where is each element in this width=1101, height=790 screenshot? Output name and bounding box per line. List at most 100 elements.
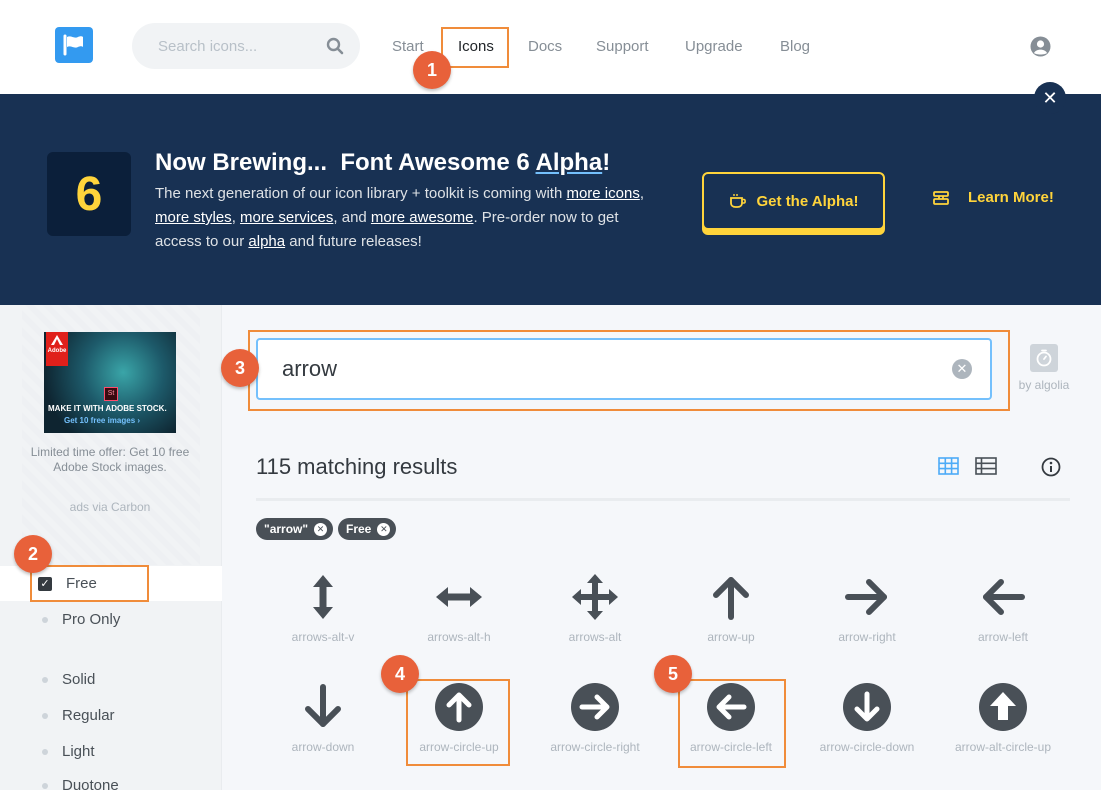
banner-description: The next generation of our icon library … <box>155 182 655 254</box>
more-styles-link[interactable]: more styles <box>155 209 232 226</box>
adobe-stock-ad-image[interactable]: Adobe St MAKE IT WITH ADOBE STOCK. Get 1… <box>44 332 176 433</box>
filter-solid[interactable]: Solid <box>42 671 95 688</box>
icon-result-arrow-circle-right[interactable]: arrow-circle-right <box>527 682 663 754</box>
results-count: 115 matching results <box>256 454 458 479</box>
font-awesome-logo[interactable] <box>55 27 93 63</box>
annotation-badge-5: 5 <box>654 655 692 693</box>
grid-view-icon[interactable] <box>938 457 959 475</box>
ad-headline: MAKE IT WITH ADOBE STOCK. <box>48 404 167 413</box>
nav-support[interactable]: Support <box>596 38 649 55</box>
banner-title-suffix: ! <box>602 149 611 176</box>
adobe-brand-text: Adobe <box>47 348 67 354</box>
icon-label: arrows-alt-v <box>291 630 355 644</box>
filter-label: Solid <box>62 671 96 688</box>
user-account-icon[interactable] <box>1030 36 1051 57</box>
filter-pro-only[interactable]: Pro Only <box>42 611 120 628</box>
icon-result-arrows-alt-v[interactable]: arrows-alt-v <box>255 572 391 644</box>
get-alpha-label: Get the Alpha! <box>756 192 859 210</box>
arrow-left-icon <box>983 579 1025 615</box>
icon-result-arrows-alt[interactable]: arrows-alt <box>527 572 663 644</box>
nav-blog[interactable]: Blog <box>780 38 810 55</box>
annotation-badge-3: 3 <box>221 349 259 387</box>
get-alpha-button[interactable]: Get the Alpha! <box>702 172 885 230</box>
remove-tag-icon[interactable]: ✕ <box>314 522 328 536</box>
nav-docs[interactable]: Docs <box>528 38 562 55</box>
icon-result-arrow-left[interactable]: arrow-left <box>935 572 1071 644</box>
ad-cta[interactable]: Get 10 free images › <box>64 416 140 425</box>
icon-label: arrow-circle-down <box>819 740 915 754</box>
filter-light[interactable]: Light <box>42 743 95 760</box>
icon-label: arrow-down <box>291 740 355 754</box>
annotation-badge-1: 1 <box>413 51 451 89</box>
ads-via-carbon[interactable]: ads via Carbon <box>30 500 190 514</box>
learn-more-button[interactable]: Learn More! <box>932 189 1054 206</box>
alpha-link[interactable]: alpha <box>248 233 285 250</box>
more-awesome-link[interactable]: more awesome <box>371 209 474 226</box>
highlight-arrow-circle-up <box>406 679 510 766</box>
filter-label: Light <box>62 743 95 760</box>
more-services-link[interactable]: more services <box>240 209 333 226</box>
search-icon[interactable] <box>326 37 344 55</box>
banner-text: , <box>231 209 241 226</box>
close-banner-icon[interactable]: ✕ <box>1034 82 1066 114</box>
icon-label: arrow-up <box>707 630 755 644</box>
filter-label: Duotone <box>62 777 119 790</box>
adobe-stock-logo: St <box>104 387 118 401</box>
arrow-down-icon <box>305 684 341 727</box>
highlight-search-box <box>248 330 1010 411</box>
results-divider <box>256 498 1070 501</box>
arrow-alt-circle-up-icon <box>979 683 1027 731</box>
header-search-input[interactable] <box>158 37 308 55</box>
icon-result-arrow-alt-circle-up[interactable]: arrow-alt-circle-up <box>935 682 1071 754</box>
highlight-nav-icons <box>441 27 509 68</box>
icon-result-arrow-circle-down[interactable]: arrow-circle-down <box>799 682 935 754</box>
search-tag-free[interactable]: Free ✕ <box>338 518 397 540</box>
banner-text: and future releases! <box>285 233 422 250</box>
banner-title: Now Brewing... Font Awesome 6 Alpha! <box>155 149 610 177</box>
filter-duotone[interactable]: Duotone <box>42 777 119 790</box>
stopwatch-icon <box>1030 344 1058 372</box>
filter-label: Pro Only <box>62 611 121 628</box>
arrow-circle-down-icon <box>843 683 891 731</box>
nav-start[interactable]: Start <box>392 38 424 55</box>
icon-result-arrows-alt-h[interactable]: arrows-alt-h <box>391 572 527 644</box>
bullet-icon <box>42 676 48 683</box>
filter-regular[interactable]: Regular <box>42 707 115 724</box>
banner-title-main: Font Awesome 6 <box>340 149 530 176</box>
tag-label: "arrow" <box>264 522 309 536</box>
learn-more-label: Learn More! <box>968 189 1054 206</box>
site-header: Start Icons Docs Support Upgrade Blog <box>0 0 1101 94</box>
icon-result-arrow-right[interactable]: arrow-right <box>799 572 935 644</box>
search-tag-arrow[interactable]: "arrow" ✕ <box>256 518 334 540</box>
remove-tag-icon[interactable]: ✕ <box>377 522 391 536</box>
bullet-icon <box>42 782 48 789</box>
promo-banner: 6 Now Brewing... Font Awesome 6 Alpha! T… <box>0 94 1101 305</box>
annotation-badge-2: 2 <box>14 535 52 573</box>
bullet-icon <box>42 748 48 755</box>
icon-result-arrow-down[interactable]: arrow-down <box>255 682 391 754</box>
list-view-icon[interactable] <box>975 457 997 475</box>
banner-text: , and <box>333 209 371 226</box>
icon-label: arrow-right <box>838 630 896 644</box>
banner-text: , <box>639 185 644 202</box>
info-icon[interactable] <box>1041 457 1061 477</box>
banner-text: The next generation of our icon library … <box>155 185 567 202</box>
arrow-right-icon <box>845 579 887 615</box>
banner-title-alpha[interactable]: Alpha <box>536 149 603 176</box>
bullet-icon <box>42 712 48 719</box>
icon-result-arrow-up[interactable]: arrow-up <box>663 572 799 644</box>
filter-label: Regular <box>62 707 115 724</box>
icon-label: arrow-alt-circle-up <box>954 740 1052 754</box>
header-search-box[interactable] <box>132 23 360 69</box>
ad-offer-text[interactable]: Limited time offer: Get 10 free Adobe St… <box>30 445 190 475</box>
icon-label: arrows-alt-h <box>427 630 491 644</box>
nav-upgrade[interactable]: Upgrade <box>685 38 743 55</box>
icon-label: arrow-circle-right <box>550 740 640 754</box>
arrow-circle-right-icon <box>571 683 619 731</box>
algolia-attribution[interactable]: by algolia <box>1016 344 1072 392</box>
icon-label: arrows-alt <box>568 630 622 644</box>
more-icons-link[interactable]: more icons <box>566 185 639 202</box>
arrows-alt-h-icon <box>436 587 482 607</box>
highlight-arrow-circle-left <box>678 679 786 768</box>
fa6-badge: 6 <box>47 152 131 236</box>
